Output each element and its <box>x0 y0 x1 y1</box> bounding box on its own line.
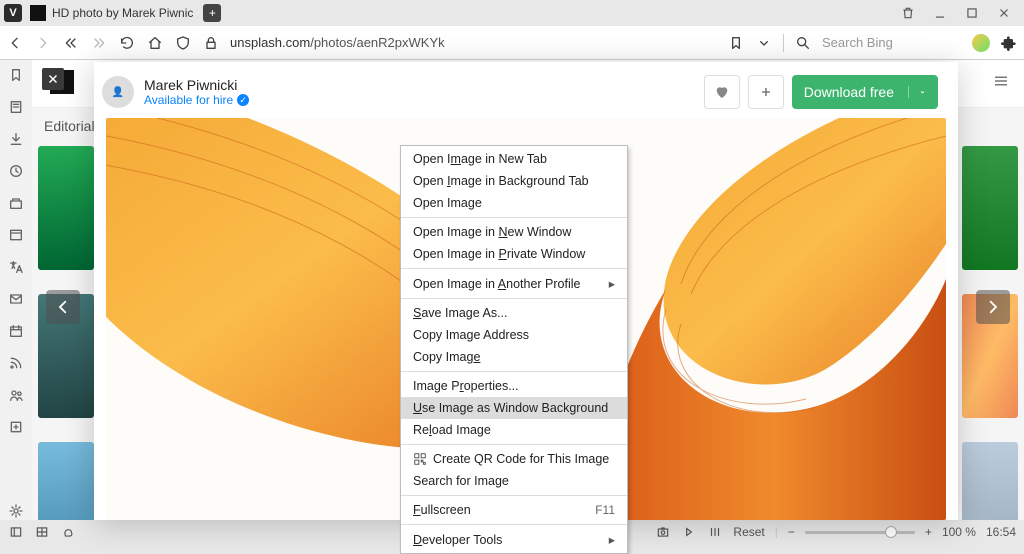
ctx-copy-image[interactable]: Copy Image <box>401 346 627 368</box>
shield-icon[interactable] <box>174 34 192 52</box>
zoom-slider[interactable] <box>805 531 915 534</box>
capture-icon[interactable] <box>655 524 671 540</box>
break-mode-icon[interactable] <box>707 524 723 540</box>
thumbnail[interactable] <box>38 442 94 520</box>
zoom-in-button[interactable]: + <box>925 525 932 539</box>
vivaldi-logo-icon: V <box>4 4 22 22</box>
history-panel-icon[interactable] <box>7 162 25 180</box>
maximize-button[interactable] <box>956 1 988 25</box>
notes-panel-icon[interactable] <box>7 194 25 212</box>
ctx-save-as[interactable]: Save Image As... <box>401 302 627 324</box>
context-menu: Open Image in New Tab Open Image in Back… <box>400 145 628 554</box>
ctx-open-bg-tab[interactable]: Open Image in Background Tab <box>401 170 627 192</box>
ctx-open-profile[interactable]: Open Image in Another Profile▸ <box>401 272 627 295</box>
thumb-column-left <box>38 146 94 520</box>
ctx-developer-tools[interactable]: Developer Tools▸ <box>401 528 627 551</box>
back-button[interactable] <box>6 34 24 52</box>
add-to-collection-button[interactable] <box>748 75 784 109</box>
ctx-qr-code[interactable]: Create QR Code for This Image <box>401 448 627 470</box>
verified-icon: ✓ <box>237 94 249 106</box>
search-icon[interactable] <box>794 34 812 52</box>
search-input[interactable]: Search Bing <box>822 31 962 55</box>
zoom-out-button[interactable]: − <box>788 525 795 539</box>
thumbnail[interactable] <box>962 442 1018 520</box>
zoom-reset-button[interactable]: Reset <box>733 525 764 539</box>
title-bar: V HD photo by Marek Piwnic + <box>0 0 1024 26</box>
zoom-label: 100 % <box>942 525 976 539</box>
translate-panel-icon[interactable] <box>7 258 25 276</box>
tiling-icon[interactable] <box>34 524 50 540</box>
close-window-button[interactable] <box>988 1 1020 25</box>
ctx-image-properties[interactable]: Image Properties... <box>401 375 627 397</box>
mail-panel-icon[interactable] <box>7 290 25 308</box>
clock: 16:54 <box>986 525 1016 539</box>
extensions-icon[interactable] <box>1000 34 1018 52</box>
next-photo-button[interactable] <box>976 290 1010 324</box>
download-dropdown-icon[interactable] <box>908 86 926 98</box>
site-menu-icon[interactable] <box>992 72 1010 95</box>
thumbnail[interactable] <box>962 146 1018 270</box>
settings-panel-icon[interactable] <box>7 502 25 520</box>
fast-forward-button[interactable] <box>90 34 108 52</box>
ctx-open-new-window[interactable]: Open Image in New Window <box>401 221 627 243</box>
modal-header: 👤 Marek Piwnicki Available for hire✓ Dow… <box>102 69 938 115</box>
page-actions-icon[interactable] <box>681 524 697 540</box>
author-avatar-icon[interactable]: 👤 <box>102 76 134 108</box>
thumbnail[interactable] <box>38 146 94 270</box>
bookmark-icon[interactable] <box>727 34 745 52</box>
qr-icon <box>413 452 427 466</box>
close-modal-button[interactable] <box>42 68 64 90</box>
ctx-use-as-background[interactable]: Use Image as Window Background <box>401 397 627 419</box>
bookmarks-panel-icon[interactable] <box>7 66 25 84</box>
new-tab-button[interactable]: + <box>203 4 221 22</box>
ctx-open-private[interactable]: Open Image in Private Window <box>401 243 627 265</box>
side-panel <box>0 60 32 520</box>
download-label: Download free <box>804 84 894 100</box>
sync-icon[interactable] <box>60 524 76 540</box>
like-button[interactable] <box>704 75 740 109</box>
trash-icon[interactable] <box>892 1 924 25</box>
ctx-open-image[interactable]: Open Image <box>401 192 627 214</box>
ctx-search-image[interactable]: Search for Image <box>401 470 627 492</box>
feeds-panel-icon[interactable] <box>7 354 25 372</box>
editorial-link[interactable]: Editorial <box>44 118 95 134</box>
window-panel-icon[interactable] <box>7 226 25 244</box>
ctx-fullscreen[interactable]: FullscreenF11 <box>401 499 627 521</box>
forward-button[interactable] <box>34 34 52 52</box>
zoom-thumb-icon[interactable] <box>885 526 897 538</box>
thumb-column-right <box>962 146 1018 520</box>
lock-icon[interactable] <box>202 34 220 52</box>
contacts-panel-icon[interactable] <box>7 386 25 404</box>
rewind-button[interactable] <box>62 34 80 52</box>
add-panel-icon[interactable] <box>7 418 25 436</box>
minimize-button[interactable] <box>924 1 956 25</box>
address-bar[interactable]: unsplash.com/photos/aenR2pxWKYk <box>230 35 717 50</box>
browser-toolbar: unsplash.com/photos/aenR2pxWKYk Search B… <box>0 26 1024 60</box>
panel-toggle-icon[interactable] <box>8 524 24 540</box>
downloads-panel-icon[interactable] <box>7 130 25 148</box>
reload-button[interactable] <box>118 34 136 52</box>
profile-avatar-icon[interactable] <box>972 34 990 52</box>
ctx-reload-image[interactable]: Reload Image <box>401 419 627 441</box>
tab-title[interactable]: HD photo by Marek Piwnic <box>52 6 193 20</box>
hire-link[interactable]: Available for hire✓ <box>144 93 249 107</box>
download-button[interactable]: Download free <box>792 75 938 109</box>
ctx-copy-address[interactable]: Copy Image Address <box>401 324 627 346</box>
bookmark-dropdown-icon[interactable] <box>755 34 773 52</box>
home-button[interactable] <box>146 34 164 52</box>
tab-favicon-icon <box>30 5 46 21</box>
reading-list-panel-icon[interactable] <box>7 98 25 116</box>
ctx-open-new-tab[interactable]: Open Image in New Tab <box>401 148 627 170</box>
author-name[interactable]: Marek Piwnicki <box>144 77 249 93</box>
prev-photo-button[interactable] <box>46 290 80 324</box>
calendar-panel-icon[interactable] <box>7 322 25 340</box>
